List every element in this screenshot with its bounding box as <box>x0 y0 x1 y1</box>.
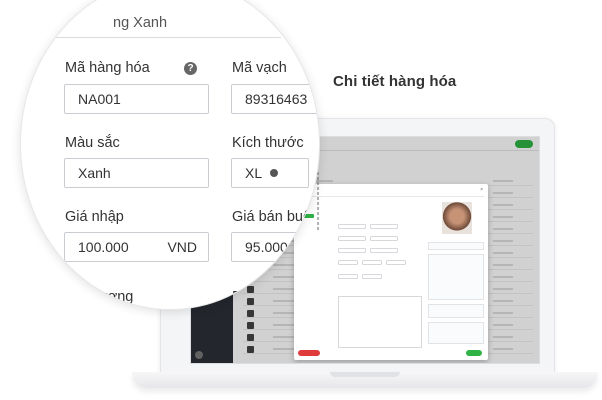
mini-field[interactable] <box>338 236 366 241</box>
cost-price-label: Giá nhập <box>65 209 124 225</box>
mini-field[interactable] <box>338 274 358 279</box>
zoom-magnifier: ng Xanh Mã hàng hóa ? Mã vạch NA001 8931… <box>20 0 320 310</box>
mini-field[interactable] <box>370 248 398 253</box>
laptop-notch <box>330 372 400 377</box>
product-detail-modal: × <box>294 184 488 360</box>
mini-field[interactable] <box>338 224 366 229</box>
mini-field[interactable] <box>370 224 398 229</box>
wholesale-price-input[interactable]: 95.000 <box>231 232 319 262</box>
section-title: Chi tiết hàng hóa <box>333 73 457 90</box>
currency-unit: VND <box>167 239 197 255</box>
wholesale-price-label: Giá bán buô <box>232 209 312 225</box>
sku-label: Mã hàng hóa <box>65 60 150 76</box>
close-icon[interactable]: × <box>480 187 483 193</box>
size-label: Kích thước <box>232 135 304 151</box>
cost-price-input[interactable]: 100.000 VND <box>64 232 209 262</box>
help-circle-icon[interactable]: ? <box>184 62 197 75</box>
mini-field[interactable] <box>370 236 398 241</box>
modal-tabs-divider <box>298 196 484 197</box>
delete-button[interactable] <box>298 350 320 356</box>
mini-panel <box>428 322 484 344</box>
barcode-input[interactable]: 89316463 <box>231 84 319 114</box>
mini-notes-field[interactable] <box>338 296 422 348</box>
mini-panel <box>428 304 484 318</box>
color-input[interactable]: Xanh <box>64 158 209 188</box>
mini-field[interactable] <box>338 260 358 265</box>
mini-field[interactable] <box>362 274 382 279</box>
product-name-partial: ng Xanh <box>113 15 168 31</box>
color-label: Màu sắc <box>65 135 120 151</box>
sku-input[interactable]: NA001 <box>64 84 209 114</box>
quantity-label-partial: ượng <box>98 289 134 305</box>
name-field-underline <box>41 37 281 38</box>
mini-field[interactable] <box>338 248 366 253</box>
barcode-label: Mã vạch <box>232 60 287 76</box>
cost-price-value: 100.000 <box>78 239 129 255</box>
right-label-partial: B <box>232 289 242 305</box>
callout-dot <box>270 169 278 177</box>
size-value: XL <box>245 165 263 181</box>
save-button[interactable] <box>466 350 482 356</box>
mini-panel <box>428 254 484 300</box>
product-photo <box>442 202 472 234</box>
mini-panel <box>428 242 484 250</box>
mini-field[interactable] <box>386 260 406 265</box>
mini-field[interactable] <box>362 260 382 265</box>
